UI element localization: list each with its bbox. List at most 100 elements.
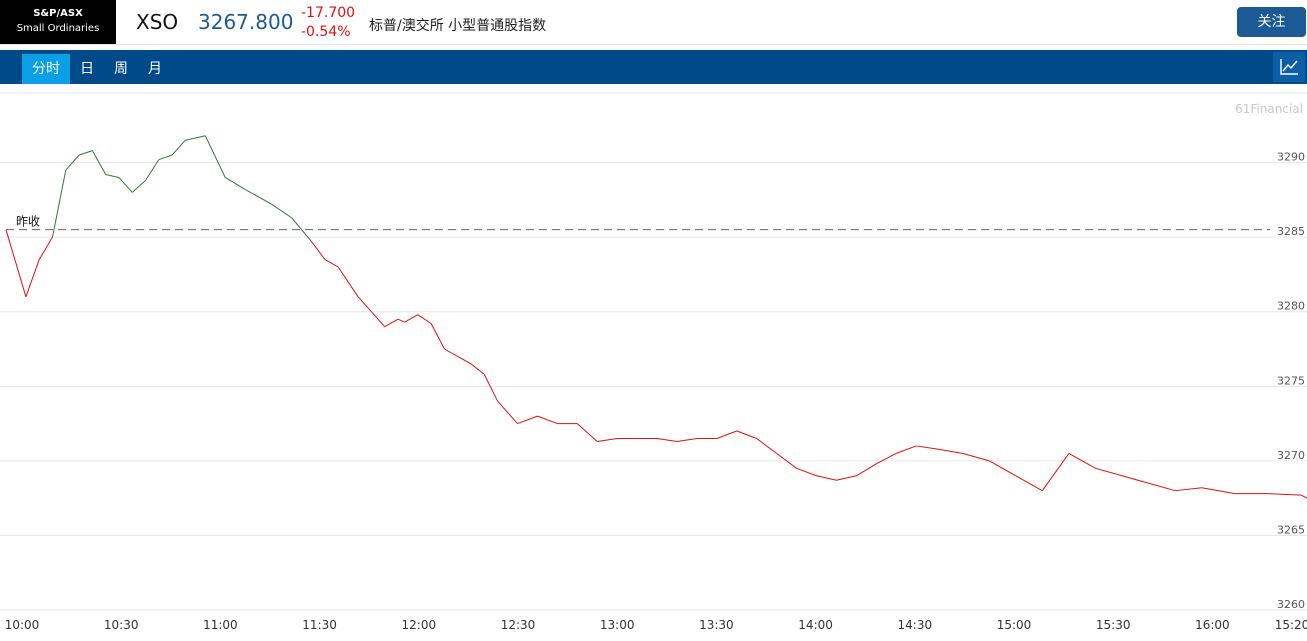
price-segment bbox=[896, 445, 917, 454]
price-segment bbox=[470, 363, 485, 375]
price-segment bbox=[517, 415, 538, 425]
price-segment bbox=[537, 415, 558, 425]
price-segment bbox=[430, 323, 445, 350]
price-segment bbox=[271, 203, 292, 219]
price-segment bbox=[856, 463, 877, 477]
price-segment bbox=[404, 314, 419, 323]
price-segment bbox=[483, 374, 499, 402]
price-segment bbox=[1095, 467, 1123, 477]
price-segment bbox=[52, 169, 67, 238]
price-segment bbox=[311, 241, 326, 260]
period-tabs-bar: 分时 日 周 月 bbox=[0, 50, 1307, 84]
tab-day[interactable]: 日 bbox=[72, 54, 102, 84]
price-segment bbox=[324, 259, 339, 268]
price-segment bbox=[118, 177, 133, 193]
y-tick-label: 3280 bbox=[1277, 300, 1305, 313]
price-segment bbox=[417, 314, 432, 325]
price-segment bbox=[1015, 475, 1043, 492]
line-chart-glyph bbox=[1280, 59, 1298, 75]
x-tick-label: 15:30 bbox=[1096, 618, 1131, 632]
x-tick-label: 14:30 bbox=[898, 618, 933, 632]
tab-month[interactable]: 月 bbox=[140, 54, 170, 84]
logo-line2: Small Ordinaries bbox=[16, 23, 100, 34]
tab-intraday[interactable]: 分时 bbox=[22, 54, 70, 84]
y-tick-label: 3285 bbox=[1277, 225, 1305, 238]
x-tick-label: 12:00 bbox=[402, 618, 437, 632]
price-segment bbox=[1041, 453, 1070, 491]
price-segment bbox=[836, 475, 857, 481]
price-segment bbox=[38, 236, 53, 260]
price-segment bbox=[185, 135, 206, 141]
x-tick-label: 11:30 bbox=[302, 618, 337, 632]
price-segment bbox=[224, 177, 246, 190]
price-segment bbox=[357, 296, 372, 313]
intraday-chart: 61Financial 3290 3285 3280 3275 3270 3265 3260… bbox=[0, 92, 1307, 632]
prev-close-label: 昨收 bbox=[16, 215, 40, 229]
y-tick-label: 3265 bbox=[1277, 523, 1305, 536]
price-segment bbox=[1301, 494, 1307, 499]
price-segment bbox=[397, 318, 405, 323]
change-value: -17.700 bbox=[301, 5, 356, 21]
x-tick-label: 16:00 bbox=[1195, 618, 1230, 632]
price-segment bbox=[676, 437, 697, 442]
price-segment bbox=[716, 430, 737, 439]
price-segment bbox=[204, 135, 226, 178]
price-segment bbox=[916, 445, 937, 450]
index-name: 标普/澳交所 小型普通股指数 bbox=[369, 18, 547, 34]
index-logo: S&P/ASX Small Ordinaries bbox=[0, 0, 116, 44]
price-segment bbox=[105, 174, 120, 178]
price-segment bbox=[1201, 487, 1236, 495]
price-segment bbox=[457, 356, 472, 365]
price-segment bbox=[158, 154, 173, 161]
x-tick-label: 13:30 bbox=[699, 618, 734, 632]
last-price: 3267.800 bbox=[198, 10, 294, 34]
y-tick-label: 3275 bbox=[1277, 374, 1305, 387]
price-segment bbox=[935, 448, 963, 454]
price-segment bbox=[497, 400, 518, 424]
x-tick-label: 11:00 bbox=[203, 618, 238, 632]
price-segment bbox=[171, 139, 186, 156]
y-tick-label: 3290 bbox=[1277, 151, 1305, 164]
x-tick-label: 12:30 bbox=[501, 618, 536, 632]
x-tick-label: 10:00 bbox=[5, 618, 40, 632]
x-tick-label: 15:20 bbox=[1275, 618, 1307, 632]
price-segment bbox=[656, 437, 678, 442]
price-segment bbox=[337, 266, 359, 298]
price-segment bbox=[444, 348, 458, 357]
price-segment bbox=[962, 452, 990, 462]
price-segment bbox=[371, 311, 386, 327]
x-tick-label: 15:00 bbox=[997, 618, 1032, 632]
chart-watermark: 61Financial bbox=[1235, 102, 1303, 116]
price-segment bbox=[1268, 493, 1302, 496]
price-segment bbox=[25, 259, 40, 297]
price-segment bbox=[988, 460, 1017, 477]
logo-line1: S&P/ASX bbox=[33, 8, 83, 19]
price-segment bbox=[597, 437, 618, 442]
follow-button[interactable]: 关注 bbox=[1237, 7, 1306, 37]
line-chart-icon[interactable] bbox=[1273, 52, 1305, 82]
price-segment bbox=[876, 452, 897, 465]
x-tick-label: 13:00 bbox=[600, 618, 635, 632]
price-segment bbox=[384, 318, 399, 328]
price-change: -17.700 -0.54% bbox=[301, 4, 355, 42]
price-segment bbox=[1121, 475, 1149, 484]
price-segment bbox=[1148, 482, 1176, 492]
price-segment bbox=[78, 150, 93, 156]
price-segment bbox=[5, 229, 27, 297]
price-segment bbox=[756, 438, 777, 454]
y-tick-label: 3260 bbox=[1277, 598, 1305, 611]
quote-header: S&P/ASX Small Ordinaries XSO 3267.800 -1… bbox=[0, 0, 1307, 45]
price-segment bbox=[796, 467, 817, 477]
price-segment bbox=[244, 188, 272, 205]
price-segment bbox=[736, 430, 757, 439]
x-tick-label: 14:00 bbox=[798, 618, 833, 632]
tab-week[interactable]: 周 bbox=[106, 54, 136, 84]
price-segment bbox=[576, 423, 598, 442]
price-segment bbox=[816, 475, 837, 481]
change-percent: -0.54% bbox=[301, 24, 351, 40]
x-tick-label: 10:30 bbox=[104, 618, 139, 632]
price-segment bbox=[1175, 487, 1202, 492]
y-tick-label: 3270 bbox=[1277, 449, 1305, 462]
ticker-symbol: XSO bbox=[136, 10, 179, 34]
price-segment bbox=[131, 180, 146, 193]
